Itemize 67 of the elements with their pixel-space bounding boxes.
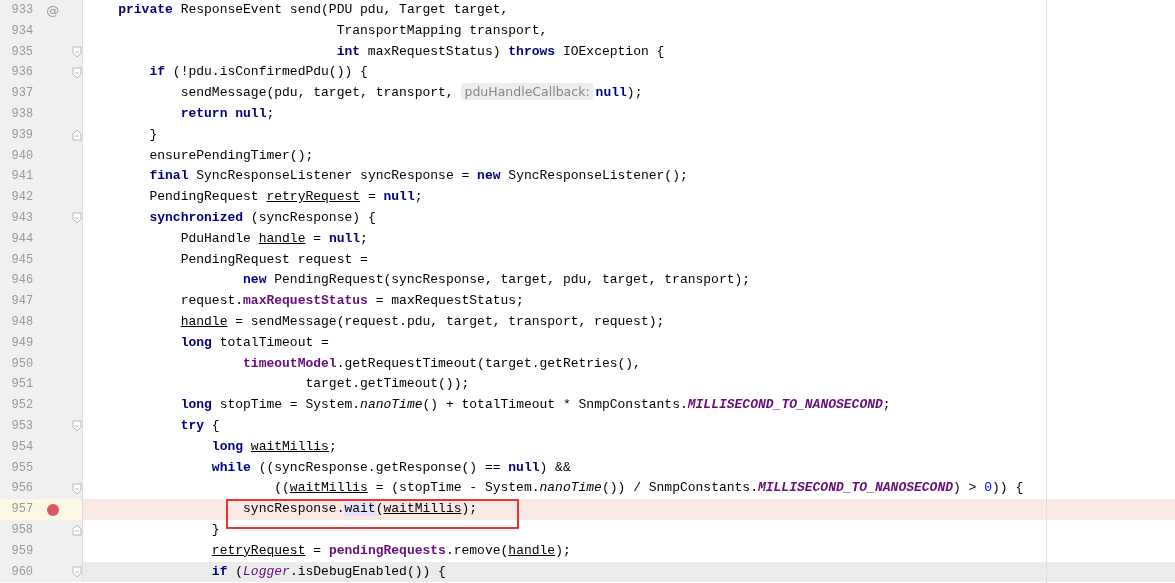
fold-marker-icon[interactable] [72,129,82,142]
fold-marker-icon[interactable] [72,212,82,225]
code-line: long stopTime = System.nanoTime() + totalTimeout * SnmpConstants.MILLISECOND_TO_NANOSECOND; [179,396,892,415]
fold-marker-icon[interactable] [72,46,82,58]
line-number: 952 [10,397,34,415]
code-text: sendMessage(pdu, target, transport, [179,85,455,101]
line-number: 954 [10,438,34,456]
line-number: 943 [10,209,34,227]
line-number: 934 [10,22,34,40]
line-number: 947 [10,293,34,311]
line-number: 940 [10,147,34,165]
fold-marker-icon[interactable] [72,565,82,578]
override-marker[interactable]: @ [46,2,60,18]
fold-marker-icon[interactable] [72,482,82,495]
code-text: syncResponse.wait(waitMillis); [243,501,478,517]
code-line: long totalTimeout = [179,333,330,352]
line-number: 949 [10,334,34,352]
line-number: 941 [10,168,34,186]
code-line: ensurePendingTimer(); [148,146,315,165]
line-number: 938 [10,106,34,123]
line-number: 945 [10,251,34,269]
code-line: final SyncResponseListener syncResponse = new SyncResponseListener(); [148,167,689,186]
line-number: 959 [10,542,34,560]
code-line: long waitMillis; [210,437,338,456]
line-number: 936 [10,64,34,82]
code-text: null); [595,85,643,101]
line-number: 957 [10,501,34,519]
line-number: 956 [10,480,34,498]
line-number: 948 [10,313,34,331]
line-number: 942 [10,189,34,207]
line-number: 944 [10,230,34,248]
fold-marker-icon[interactable] [72,524,82,537]
code-line: TransportMapping transport, [335,21,549,40]
line-number: 960 [10,563,34,581]
code-line: try { [179,416,221,435]
code-line: private ResponseEvent send(PDU pdu, Target target, [117,1,510,19]
parameter-hint: pduHandleCallback: [461,83,593,101]
code-line: return null; [179,105,276,123]
fold-marker-icon[interactable] [72,420,82,433]
fold-marker-icon[interactable] [72,66,82,79]
line-number: 958 [10,521,34,539]
code-line: PendingRequest retryRequest = null; [148,188,424,207]
code-line: if (!pdu.isConfirmedPdu()) { [148,63,369,82]
code-line: handle = sendMessage(request.pdu, target, transport, request); [179,312,666,331]
line-number: 950 [10,355,34,373]
code-line: new PendingRequest(syncResponse, target, pdu, target, transport); [242,271,752,290]
code-line: retryRequest = pendingRequests.remove(handle); [210,541,572,560]
line-number: 937 [10,85,34,103]
code-line: PduHandle handle = null; [179,229,369,248]
line-number: 935 [10,43,34,61]
code-line: int maxRequestStatus) throws IOException { [335,42,666,61]
line-number: 955 [10,459,34,477]
code-line: } [148,125,159,144]
line-number: 953 [10,417,34,435]
line-number: 933 [10,2,34,19]
code-line: PendingRequest request = [179,250,369,269]
code-line: request.maxRequestStatus = maxRequestStatus; [179,292,525,311]
line-number: 939 [10,126,34,144]
line-number: 951 [10,376,34,394]
code-line: target.getTimeout()); [304,375,471,394]
code-line: synchronized (syncResponse) { [148,208,377,227]
code-line: while ((syncResponse.getResponse() == null) && [210,458,572,477]
code-line: ((waitMillis = (stopTime - System.nanoTime()) / SnmpConstants.MILLISECOND_TO_NANOSECOND) > 0)) { [273,479,1025,498]
code-line: timeoutModel.getRequestTimeout(target.getRetries(), [242,354,642,373]
line-number: 946 [10,272,34,290]
breakpoint-icon[interactable] [46,503,59,516]
code-line: } [210,520,221,539]
